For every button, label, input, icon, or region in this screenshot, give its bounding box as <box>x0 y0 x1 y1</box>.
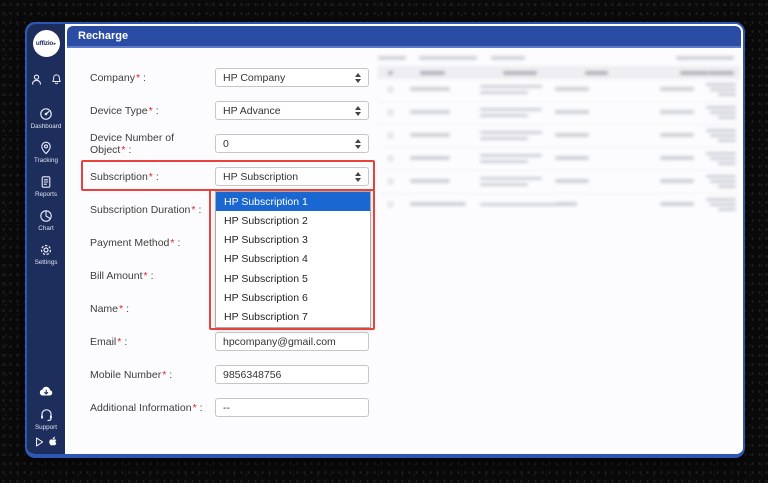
field-label: Name*: <box>90 303 215 315</box>
company-select[interactable]: HP Company <box>215 68 369 87</box>
dropdown-option[interactable]: HP Subscription 3 <box>216 231 370 250</box>
blurred-table-row <box>378 102 740 125</box>
form-row-subscription-duration: Subscription Duration*: <box>90 200 215 219</box>
field-label: Payment Method*: <box>90 237 215 249</box>
sidebar-item-label: Dashboard <box>31 123 62 130</box>
field-label: Email*: <box>90 336 215 348</box>
updown-arrows-icon <box>355 73 361 83</box>
dropdown-option[interactable]: HP Subscription 7 <box>216 308 370 327</box>
sidebar-item-support[interactable]: Support <box>35 407 57 431</box>
blurred-table-header <box>378 66 740 79</box>
blurred-background-table <box>378 54 740 266</box>
form-row-name: Name*: <box>90 299 215 318</box>
field-label: Subscription*: <box>90 171 215 183</box>
additional-information-field[interactable] <box>215 398 369 417</box>
field-label: Mobile Number*: <box>90 369 215 381</box>
blurred-table-row <box>378 125 740 148</box>
logo-text: uffizio <box>36 40 53 47</box>
sidebar: uffizio▸ Dashbo <box>27 24 65 454</box>
mobile-number-field[interactable] <box>215 365 369 384</box>
dropdown-option[interactable]: HP Subscription 1 <box>216 192 370 211</box>
sidebar-item-label: Chart <box>38 225 53 232</box>
google-play-icon[interactable] <box>35 437 44 447</box>
updown-arrows-icon <box>355 139 361 149</box>
subscription-dropdown-list: HP Subscription 1 HP Subscription 2 HP S… <box>215 191 371 328</box>
main-panel: Recharge <box>65 24 743 454</box>
dropdown-option[interactable]: HP Subscription 6 <box>216 288 370 307</box>
uffizio-logo[interactable]: uffizio▸ <box>33 30 60 57</box>
apple-icon[interactable] <box>48 436 58 447</box>
pie-chart-icon <box>39 209 53 223</box>
form-row-bill-amount: Bill Amount*: <box>90 266 215 285</box>
support-label: Support <box>35 424 57 431</box>
form-row-email: Email*: <box>90 332 369 351</box>
form-row-device-number: Device Number of Object*: 0 <box>90 134 369 153</box>
updown-arrows-icon <box>355 172 361 182</box>
sidebar-item-label: Tracking <box>34 157 58 164</box>
field-label: Additional Information*: <box>90 402 215 414</box>
sidebar-item-tracking[interactable]: Tracking <box>34 141 58 164</box>
form-row-device-type: Device Type*: HP Advance <box>90 101 369 120</box>
field-label: Device Number of Object*: <box>90 132 215 156</box>
report-document-icon <box>39 175 53 189</box>
blurred-table-row <box>378 79 740 102</box>
sidebar-item-settings[interactable]: Settings <box>35 243 58 266</box>
form-row-mobile-number: Mobile Number*: <box>90 365 369 384</box>
form-row-payment-method: Payment Method*: <box>90 233 215 252</box>
sidebar-item-label: Settings <box>35 259 58 266</box>
user-icon[interactable] <box>30 73 43 86</box>
bell-icon[interactable] <box>50 73 63 86</box>
headset-icon <box>39 407 54 422</box>
device-number-select[interactable]: 0 <box>215 134 369 153</box>
logo-arrow-icon: ▸ <box>54 41 57 47</box>
modal-content: Company*: HP Company Device Type*: HP Ad… <box>67 48 741 454</box>
dropdown-option[interactable]: HP Subscription 4 <box>216 250 370 269</box>
blurred-table-row <box>378 171 740 194</box>
cloud-download-icon[interactable] <box>38 384 55 398</box>
dropdown-option[interactable]: HP Subscription 5 <box>216 269 370 288</box>
speedometer-icon <box>39 107 53 121</box>
modal-header: Recharge <box>67 26 741 48</box>
blurred-filter-chips <box>378 54 740 62</box>
sidebar-item-reports[interactable]: Reports <box>35 175 57 198</box>
field-label: Bill Amount*: <box>90 270 215 282</box>
form-row-additional-information: Additional Information*: <box>90 398 369 417</box>
blurred-table-row <box>378 148 740 171</box>
location-pin-icon <box>39 141 53 155</box>
dropdown-option[interactable]: HP Subscription 2 <box>216 211 370 230</box>
device-type-select[interactable]: HP Advance <box>215 101 369 120</box>
field-label: Device Type*: <box>90 105 215 117</box>
gear-icon <box>39 243 53 257</box>
app-window: uffizio▸ Dashbo <box>25 22 745 458</box>
field-label: Subscription Duration*: <box>90 204 215 216</box>
updown-arrows-icon <box>355 106 361 116</box>
email-field[interactable] <box>215 332 369 351</box>
form-row-company: Company*: HP Company <box>90 68 369 87</box>
sidebar-item-chart[interactable]: Chart <box>38 209 53 232</box>
modal-title: Recharge <box>78 30 128 42</box>
field-label: Company*: <box>90 72 215 84</box>
sidebar-item-label: Reports <box>35 191 57 198</box>
sidebar-item-dashboard[interactable]: Dashboard <box>31 107 62 130</box>
blurred-table-row <box>378 194 740 217</box>
form-row-subscription: Subscription*: HP Subscription <box>90 167 369 186</box>
subscription-select[interactable]: HP Subscription <box>215 167 369 186</box>
